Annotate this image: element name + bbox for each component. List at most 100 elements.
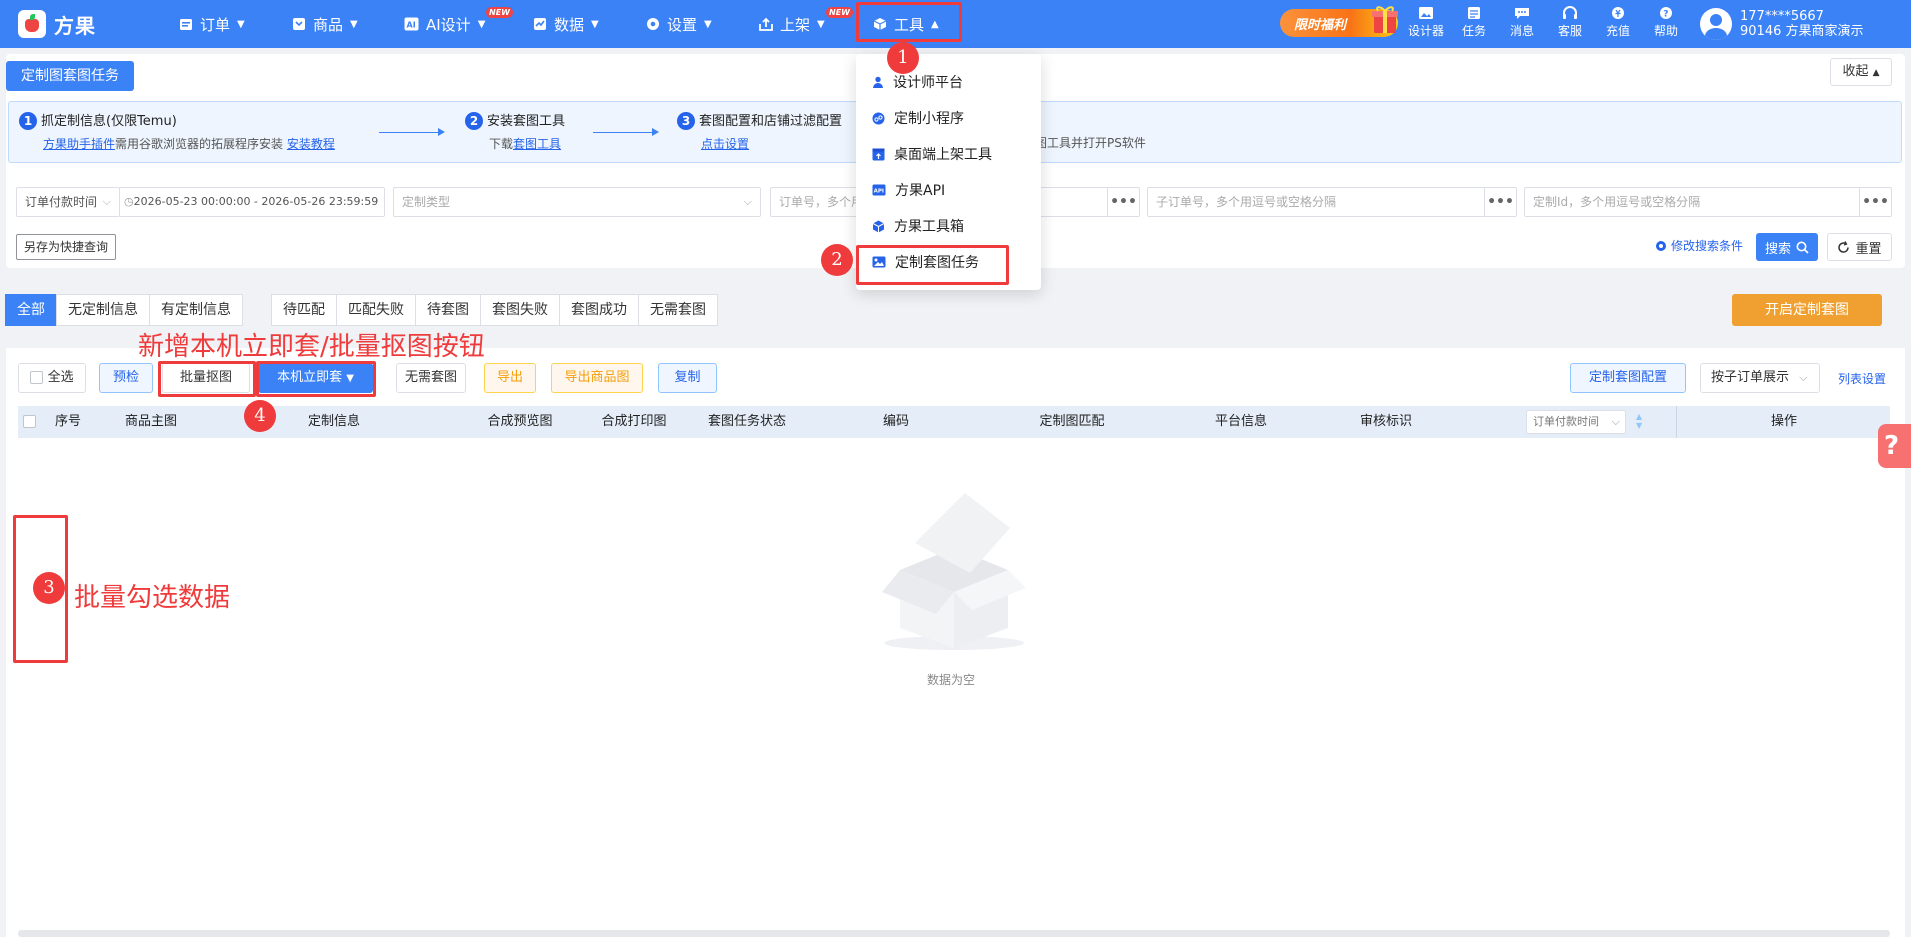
- task-tag[interactable]: 定制图套图任务: [6, 61, 134, 91]
- tab-no-need-template[interactable]: 无需套图: [638, 294, 718, 326]
- start-custom-template-button[interactable]: 开启定制套图: [1732, 294, 1882, 326]
- designer-tool[interactable]: 设计器: [1406, 6, 1446, 39]
- column-divider: [1676, 406, 1677, 438]
- custom-type-placeholder: 定制类型: [402, 195, 451, 209]
- message-tool[interactable]: 消息: [1502, 6, 1542, 39]
- annotation-marker-4: 4: [244, 400, 276, 432]
- annotation-marker-2: 2: [821, 244, 853, 276]
- nav-listing[interactable]: 上架 ▼ NEW: [758, 0, 853, 48]
- product-icon: [291, 17, 306, 32]
- promo-banner[interactable]: 限时福利: [1280, 6, 1398, 37]
- avatar: [1700, 8, 1732, 40]
- nav-ai-design[interactable]: AI AI设计 ▼ NEW: [404, 0, 513, 48]
- app-logo[interactable]: 方果: [18, 9, 96, 39]
- modify-search-link[interactable]: 修改搜索条件: [1655, 237, 1743, 254]
- arrow-icon: [593, 128, 659, 136]
- gear-icon: [645, 17, 660, 32]
- help-tool[interactable]: ? 帮助: [1646, 6, 1686, 39]
- template-config-button[interactable]: 定制套图配置: [1570, 363, 1686, 393]
- tab-template-failed[interactable]: 套图失败: [480, 294, 560, 326]
- reset-button[interactable]: 重置: [1827, 233, 1892, 261]
- empty-state-text: 数据为空: [927, 673, 976, 687]
- nav-data[interactable]: 数据 ▼: [532, 0, 599, 48]
- copy-button[interactable]: 复制: [658, 363, 717, 393]
- menu-item-api[interactable]: API 方果API: [856, 172, 1041, 208]
- nav-settings[interactable]: 设置 ▼: [645, 0, 712, 48]
- tab-match-failed[interactable]: 匹配失败: [336, 294, 416, 326]
- menu-item-mini-program[interactable]: 定制小程序: [856, 100, 1041, 136]
- menu-item-label: 定制小程序: [894, 111, 964, 127]
- header-checkbox[interactable]: [18, 406, 40, 438]
- step-title: 套图配置和店铺过滤配置: [699, 114, 843, 129]
- menu-item-toolbox[interactable]: 方果工具箱: [856, 208, 1041, 244]
- svg-text:AI: AI: [407, 21, 416, 30]
- list-settings-link[interactable]: 列表设置: [1838, 370, 1886, 387]
- miniapp-icon: [872, 112, 885, 124]
- menu-item-label: 方果工具箱: [894, 219, 964, 235]
- order-icon: [178, 17, 193, 32]
- nav-products-label: 商品: [313, 15, 344, 34]
- collapse-label: 收起: [1842, 64, 1869, 79]
- export-button[interactable]: 导出: [484, 363, 536, 393]
- sort-order-icon[interactable]: ▲ ▼: [1636, 412, 1642, 430]
- more-icon[interactable]: •••: [1107, 188, 1139, 216]
- export-goods-image-button[interactable]: 导出商品图: [551, 363, 643, 393]
- annotation-box-local-apply: [256, 361, 376, 397]
- help-icon: ?: [1660, 7, 1672, 20]
- task-tool[interactable]: 任务: [1454, 6, 1494, 39]
- chevron-down-icon: ⌵: [743, 195, 752, 208]
- tab-template-success[interactable]: 套图成功: [559, 294, 639, 326]
- download-tool-link[interactable]: 套图工具: [513, 137, 561, 151]
- sort-field-select[interactable]: 订单付款时间 ⌵: [1526, 410, 1626, 434]
- select-all-checkbox[interactable]: 全选: [18, 363, 86, 393]
- menu-item-designer-platform[interactable]: 设计师平台: [856, 64, 1041, 100]
- date-type-select[interactable]: 订单付款时间 ⌵: [16, 187, 120, 217]
- settings-link[interactable]: 点击设置: [701, 137, 749, 151]
- menu-item-desktop-tool[interactable]: 桌面端上架工具: [856, 136, 1041, 172]
- col-main-image: 商品主图: [124, 414, 177, 429]
- search-button[interactable]: 搜索: [1756, 233, 1818, 261]
- collapse-button[interactable]: 收起 ▲: [1830, 58, 1892, 86]
- precheck-button[interactable]: 预检: [99, 363, 153, 393]
- service-tool[interactable]: 客服: [1550, 6, 1590, 39]
- tab-pending-template[interactable]: 待套图: [415, 294, 481, 326]
- col-code: 编码: [882, 414, 909, 429]
- nav-products[interactable]: 商品 ▼: [291, 0, 358, 48]
- recharge-tool[interactable]: 充值: [1598, 6, 1638, 39]
- suborder-input[interactable]: 子订单号，多个用逗号或空格分隔 •••: [1147, 187, 1517, 217]
- user-menu[interactable]: 177****5667 90146 方果商家演示: [1700, 6, 1864, 42]
- nav-orders[interactable]: 订单 ▼: [178, 0, 245, 48]
- tab-has-custom-info[interactable]: 有定制信息: [149, 294, 243, 326]
- more-icon[interactable]: •••: [1859, 188, 1891, 216]
- horizontal-scrollbar[interactable]: [18, 930, 1890, 937]
- display-mode-select[interactable]: 按子订单展示 ⌵: [1700, 363, 1820, 393]
- tab-pending-match[interactable]: 待匹配: [271, 294, 337, 326]
- plugin-link[interactable]: 方果助手插件: [43, 137, 115, 151]
- annotation-box-checkbox-column: [13, 515, 68, 663]
- install-tutorial-link[interactable]: 安装教程: [287, 137, 335, 151]
- api-icon: API: [872, 184, 886, 196]
- tab-all[interactable]: 全部: [5, 294, 57, 326]
- headset-icon: [1563, 6, 1577, 19]
- desktop-upload-icon: [872, 148, 885, 160]
- no-need-template-button[interactable]: 无需套图: [396, 363, 466, 393]
- date-range-value: 2026-05-23 00:00:00 - 2026-05-26 23:59:5…: [133, 195, 379, 208]
- nav-orders-label: 订单: [200, 15, 231, 34]
- caret-down-icon: ▼: [350, 18, 358, 30]
- date-range-picker[interactable]: ◷2026-05-23 00:00:00 - 2026-05-26 23:59:…: [119, 187, 385, 217]
- step-desc: 图工具并打开PS软件: [1035, 136, 1146, 150]
- sort-field-value: 订单付款时间: [1533, 415, 1599, 428]
- custom-type-select[interactable]: 定制类型 ⌵: [393, 187, 761, 217]
- menu-item-label: 桌面端上架工具: [894, 147, 992, 163]
- help-float-icon[interactable]: ?: [1878, 424, 1911, 468]
- caret-down-icon: ▼: [591, 18, 599, 30]
- tab-no-custom-info[interactable]: 无定制信息: [56, 294, 150, 326]
- user-account: 90146 方果商家演示: [1740, 24, 1864, 39]
- toolbox-icon: [872, 220, 885, 232]
- more-icon[interactable]: •••: [1484, 188, 1516, 216]
- step-title: 安装套图工具: [487, 114, 566, 129]
- help-label: 帮助: [1653, 24, 1678, 38]
- svg-text:API: API: [874, 189, 884, 195]
- custom-id-input[interactable]: 定制Id，多个用逗号或空格分隔 •••: [1524, 187, 1892, 217]
- save-quick-query-button[interactable]: 另存为快捷查询: [16, 234, 117, 260]
